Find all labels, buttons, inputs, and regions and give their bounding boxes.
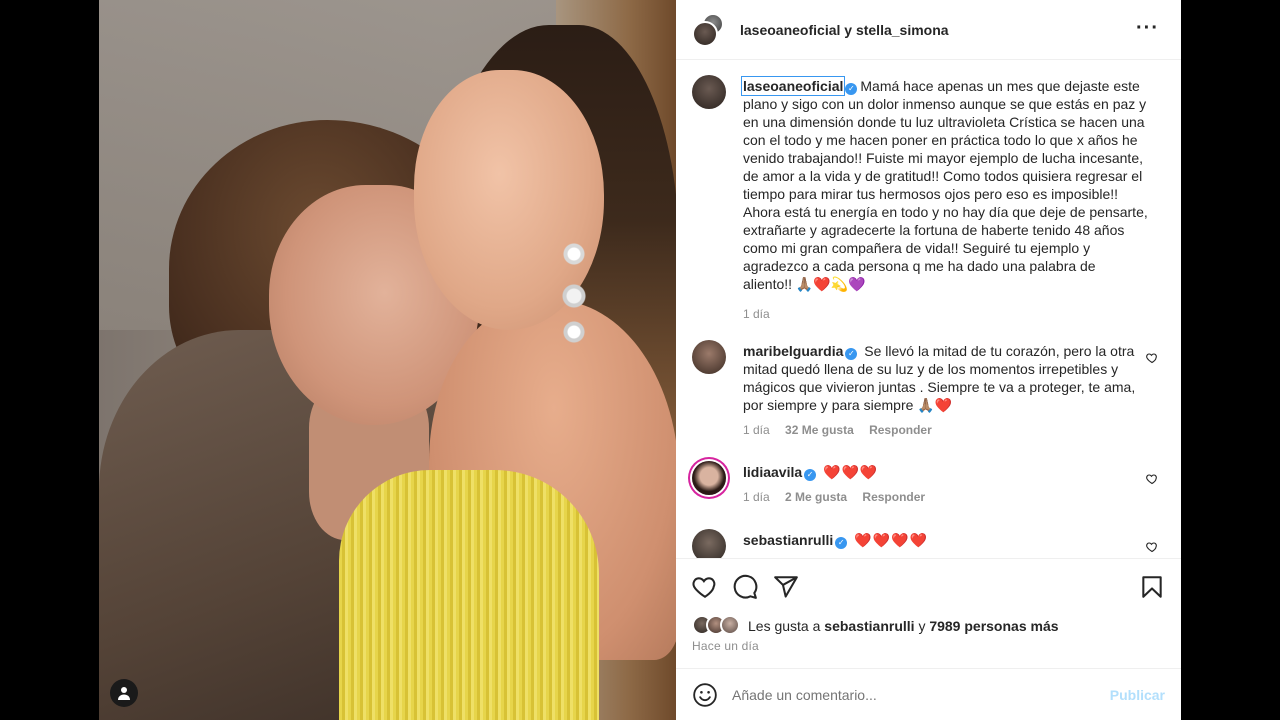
comment-icon[interactable] [732, 574, 758, 600]
avatar [720, 615, 740, 635]
verified-badge-icon: ✓ [845, 348, 858, 360]
like-comment-icon[interactable] [1146, 541, 1158, 553]
reply-button[interactable]: Responder [869, 423, 932, 437]
bookmark-icon[interactable] [1139, 574, 1165, 600]
post-photo [99, 0, 676, 720]
post-authors[interactable]: laseoaneoficial y stella_simona [740, 22, 949, 38]
verified-badge-icon: ✓ [845, 83, 858, 95]
post-header: laseoaneoficial y stella_simona ··· [676, 0, 1181, 60]
verified-badge-icon: ✓ [835, 537, 848, 549]
comment-body: lidiaavila ✓ ❤️❤️❤️ 1 día 2 Me gusta Resp… [743, 463, 1148, 506]
caption-meta: 1 día [743, 305, 1148, 323]
likes-middle: y [918, 618, 926, 634]
share-icon[interactable] [773, 574, 799, 600]
post-detail-panel: laseoaneoficial y stella_simona ··· lase… [676, 0, 1181, 720]
comment-time: 1 día [743, 490, 770, 504]
avatar[interactable] [692, 75, 726, 109]
avatar[interactable] [692, 461, 726, 495]
caption-text: Mamá hace apenas un mes que dejaste este… [743, 78, 1148, 292]
liker-avatars [692, 615, 742, 637]
post-actions: Les gusta a sebastianrulli y 7989 person… [676, 558, 1181, 668]
comment-composer: Publicar [676, 668, 1181, 720]
likes-user[interactable]: sebastianrulli [824, 618, 914, 634]
avatar [692, 20, 718, 47]
like-comment-icon[interactable] [1146, 473, 1158, 485]
avatar[interactable] [692, 340, 726, 374]
reply-button[interactable]: Responder [862, 490, 925, 504]
avatar[interactable] [692, 529, 726, 558]
comment-likes[interactable]: 2 Me gusta [785, 490, 847, 504]
emoji-icon[interactable] [692, 682, 718, 708]
likes-summary[interactable]: Les gusta a sebastianrulli y 7989 person… [692, 615, 1059, 637]
post-comment-button[interactable]: Publicar [1110, 687, 1165, 703]
photo-earring [561, 230, 587, 350]
caption-body: laseoaneoficial ✓ Mamá hace apenas un mes … [740, 76, 1148, 323]
comment-body: sebastianrulli ✓ ❤️❤️❤️❤️ [743, 531, 1148, 549]
comment-username[interactable]: lidiaavila [743, 464, 802, 480]
header-avatars[interactable] [692, 12, 726, 47]
tagged-users-icon[interactable] [110, 679, 138, 707]
comment-username[interactable]: maribelguardia [743, 343, 843, 359]
comment-text: ❤️❤️❤️❤️ [854, 532, 928, 548]
photo-yellow-dress [339, 470, 599, 720]
comment-username[interactable]: sebastianrulli [743, 532, 833, 548]
like-comment-icon[interactable] [1146, 352, 1158, 364]
comment-meta: 1 día 32 Me gusta Responder [743, 421, 1148, 439]
user-icon [118, 687, 130, 700]
post-date: Hace un día [692, 639, 759, 653]
more-horizontal-icon[interactable]: ··· [1136, 18, 1159, 38]
verified-badge-icon: ✓ [804, 469, 817, 481]
caption-time: 1 día [743, 307, 770, 321]
comment-text: ❤️❤️❤️ [823, 464, 879, 480]
comments-list[interactable]: laseoaneoficial ✓ Mamá hace apenas un mes … [676, 61, 1181, 558]
comment-input[interactable] [732, 686, 1110, 703]
comment-meta: 1 día 2 Me gusta Responder [743, 488, 1148, 506]
comment-body: maribelguardia ✓ Se llevó la mitad de tu … [743, 342, 1148, 439]
likes-others[interactable]: 7989 personas más [929, 618, 1058, 634]
caption-username[interactable]: laseoaneoficial [740, 76, 846, 96]
likes-prefix: Les gusta a [748, 618, 821, 634]
comment-time: 1 día [743, 423, 770, 437]
comment-likes[interactable]: 32 Me gusta [785, 423, 854, 437]
like-icon[interactable] [692, 574, 718, 600]
